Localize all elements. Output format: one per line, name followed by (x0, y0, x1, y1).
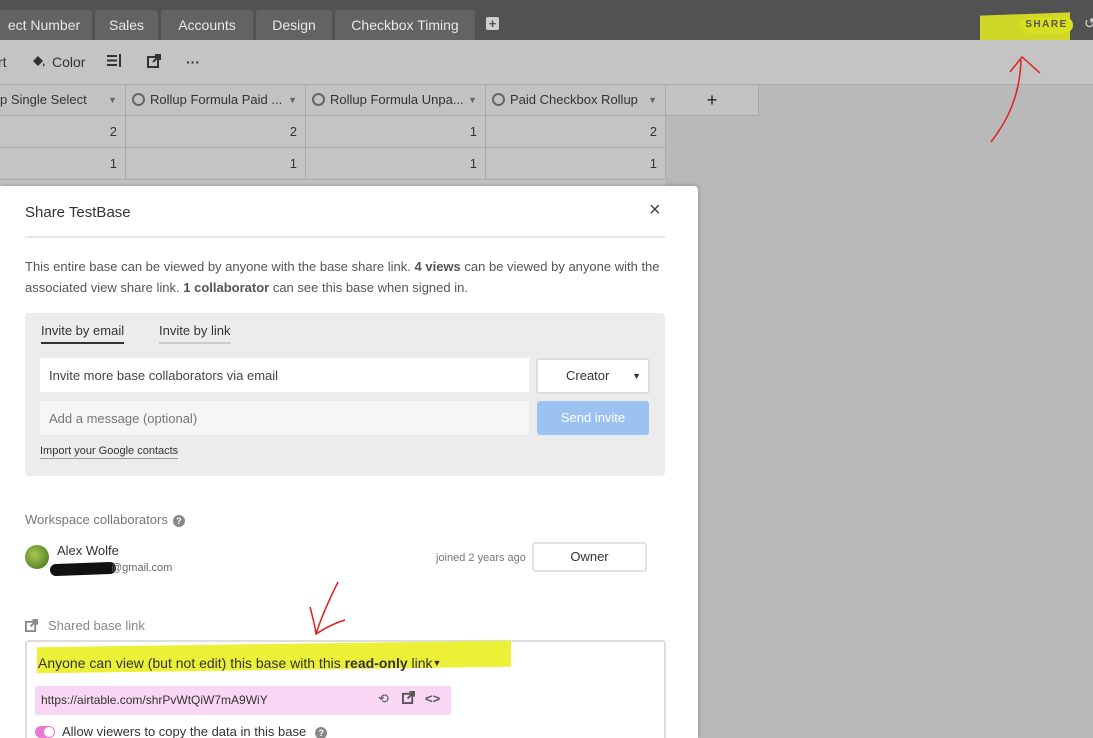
column-header-label: p Single Select (0, 92, 87, 107)
regenerate-icon[interactable]: ⟲ (378, 691, 389, 707)
chevron-down-icon[interactable]: ▼ (108, 85, 117, 115)
section-label: Shared base link (48, 618, 145, 633)
allow-copy-toggle[interactable] (35, 726, 55, 738)
allow-copy-label: Allow viewers to copy the data in this b… (62, 724, 328, 738)
role-select-value: Creator (566, 368, 610, 383)
description-text: This entire base can be viewed by anyone… (25, 259, 415, 274)
table-cell[interactable]: 1 (306, 148, 486, 180)
chevron-down-icon[interactable]: ▼ (648, 85, 657, 115)
color-button[interactable]: Color (31, 54, 85, 70)
table-tab-bar: ect Number Sales Accounts Design Checkbo… (0, 0, 1093, 48)
access-text: Anyone can view (but not edit) this base… (38, 655, 345, 671)
access-mode: read-only (344, 655, 408, 671)
table-cell[interactable]: 1 (0, 148, 126, 180)
message-field[interactable] (40, 401, 529, 435)
view-toolbar: rt Color ··· (0, 40, 1093, 85)
email-field[interactable] (40, 358, 529, 392)
column-header[interactable]: Rollup Formula Unpa... ▼ (306, 85, 486, 116)
color-label: Color (52, 54, 86, 70)
table-cell[interactable]: 2 (126, 116, 306, 148)
toggle-label-text: Allow viewers to copy the data in this b… (62, 724, 307, 738)
joined-date: joined 2 years ago (436, 552, 526, 564)
chevron-down-icon[interactable]: ▼ (288, 85, 297, 115)
table-row[interactable]: 1 1 1 1 (0, 148, 666, 180)
grid-body: 2 2 1 2 1 1 1 1 (0, 116, 666, 186)
import-google-contacts-link[interactable]: Import your Google contacts (40, 445, 179, 459)
chevron-down-icon[interactable]: ▼ (468, 85, 477, 115)
tab-accounts[interactable]: Accounts (161, 10, 253, 40)
sort-button[interactable]: rt (0, 54, 7, 70)
row-height-button[interactable] (107, 54, 122, 67)
tab-select-number[interactable]: ect Number (0, 10, 92, 40)
table-row[interactable]: 2 2 1 2 (0, 116, 666, 148)
sort-label: rt (0, 54, 7, 70)
add-table-icon[interactable]: + (486, 17, 499, 30)
column-header[interactable]: p Single Select ▼ (0, 85, 126, 116)
share-description: This entire base can be viewed by anyone… (25, 256, 670, 298)
external-link-icon[interactable] (402, 691, 415, 707)
history-icon[interactable]: ↺ (1084, 15, 1093, 32)
send-invite-button[interactable]: Send invite (537, 401, 649, 435)
divider (25, 236, 665, 238)
invite-panel: Invite by email Invite by link Creator ▼… (25, 313, 665, 476)
link-access-dropdown[interactable]: Anyone can view (but not edit) this base… (38, 655, 441, 671)
add-column-button[interactable]: + (666, 85, 759, 116)
collaborator-name: Alex Wolfe (57, 543, 119, 558)
avatar (25, 545, 49, 569)
workspace-collaborators-label: Workspace collaborators? (25, 512, 185, 527)
share-url-box[interactable]: https://airtable.com/shrPvWtQiW7mA9WiY ⟲… (35, 686, 451, 715)
access-text: link (407, 655, 433, 671)
column-header-label: Paid Checkbox Rollup (510, 92, 638, 107)
section-label: Workspace collaborators (25, 512, 168, 527)
help-icon[interactable]: ? (315, 727, 328, 738)
owner-role-button[interactable]: Owner (532, 542, 647, 572)
tab-checkbox-timing[interactable]: Checkbox Timing (335, 10, 475, 40)
paint-bucket-icon (33, 56, 45, 67)
share-button[interactable]: SHARE (1020, 17, 1073, 33)
tab-invite-by-email[interactable]: Invite by email (41, 323, 125, 344)
close-icon[interactable]: × (649, 200, 661, 220)
column-header[interactable]: Rollup Formula Paid ... ▼ (126, 85, 306, 116)
rollup-icon (132, 93, 145, 106)
role-select[interactable]: Creator ▼ (536, 358, 650, 394)
row-height-icon (107, 54, 121, 67)
rollup-icon (312, 93, 325, 106)
table-cell[interactable]: 2 (0, 116, 126, 148)
column-header-label: Rollup Formula Paid ... (150, 92, 283, 107)
redaction-mark (49, 561, 117, 577)
share-view-button[interactable] (147, 54, 161, 68)
share-url[interactable]: https://airtable.com/shrPvWtQiW7mA9WiY (41, 693, 268, 707)
views-count: 4 views (414, 259, 461, 274)
table-cell[interactable]: 1 (486, 148, 666, 180)
shared-base-link-label: Shared base link (25, 618, 145, 633)
more-options-button[interactable]: ··· (186, 54, 200, 70)
embed-code-icon[interactable]: <> (425, 691, 440, 706)
chevron-down-icon: ▼ (632, 371, 641, 381)
external-link-icon (25, 619, 38, 632)
help-icon[interactable]: ? (172, 515, 185, 527)
table-cell[interactable]: 1 (126, 148, 306, 180)
collaborator-email: @gmail.com (111, 562, 173, 574)
tab-sales[interactable]: Sales (95, 10, 158, 40)
column-header-label: Rollup Formula Unpa... (330, 92, 464, 107)
external-link-icon (147, 54, 161, 68)
share-base-dialog: Share TestBase × This entire base can be… (0, 186, 698, 738)
tab-invite-by-link[interactable]: Invite by link (159, 323, 231, 344)
description-text: can see this base when signed in. (269, 280, 468, 295)
chevron-down-icon: ▼ (432, 658, 442, 668)
tab-design[interactable]: Design (256, 10, 332, 40)
shared-link-panel: Anyone can view (but not edit) this base… (25, 640, 666, 738)
table-cell[interactable]: 2 (486, 116, 666, 148)
rollup-icon (492, 93, 505, 106)
column-header[interactable]: Paid Checkbox Rollup ▼ (486, 85, 666, 116)
dialog-title: Share TestBase (25, 204, 131, 221)
collaborator-count: 1 collaborator (183, 280, 270, 295)
table-cell[interactable]: 1 (306, 116, 486, 148)
